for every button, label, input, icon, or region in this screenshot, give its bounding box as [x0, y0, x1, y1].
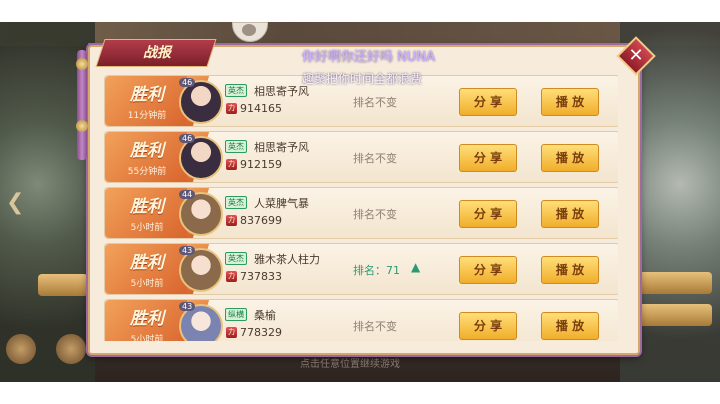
rank-change: 排名不变 [353, 320, 397, 333]
background-button-right-1 [632, 272, 712, 294]
report-time: 55分钟前 [127, 167, 167, 177]
bottom-menu-icon-1 [6, 334, 36, 364]
result-label: 胜利 [130, 197, 164, 217]
rail-bead-icon [76, 58, 88, 70]
report-list[interactable]: 胜利 11分钟前 46 英杰 相思寄予风 力 914165 排名不变 分 享 播… [104, 75, 618, 341]
report-time: 5小时前 [130, 279, 164, 289]
power-icon: 力 [226, 327, 237, 338]
share-button[interactable]: 分 享 [459, 200, 517, 228]
title-badge: 英杰 [225, 84, 247, 97]
power-icon: 力 [226, 215, 237, 226]
title-badge: 纵横 [225, 308, 247, 321]
rank-change: 排名不变 [353, 152, 397, 165]
left-arrow-icon: ❮ [6, 190, 25, 215]
report-time: 5小时前 [130, 335, 164, 341]
rank-change: 排名不变 [353, 96, 397, 109]
top-ornament-gem [242, 24, 256, 36]
rank-up-arrow-icon: ▲ [411, 260, 421, 274]
opponent-level: 46 [179, 78, 196, 87]
title-badge: 英杰 [225, 252, 247, 265]
opponent-level: 43 [179, 302, 196, 311]
report-time: 11分钟前 [127, 111, 167, 121]
opponent-power: 914165 [240, 102, 282, 115]
opponent-name: 相思寄予风 [254, 141, 309, 154]
report-row: 胜利 5小时前 43 英杰 雅木茶人柱力 力 737833 排名：71 ▲ 分 … [104, 243, 618, 295]
background-button-left [38, 274, 88, 296]
opponent-level: 46 [179, 134, 196, 143]
share-button[interactable]: 分 享 [459, 256, 517, 284]
bottom-menu-icon-2 [56, 334, 86, 364]
title-badge: 英杰 [225, 140, 247, 153]
play-button[interactable]: 播 放 [541, 256, 599, 284]
share-button[interactable]: 分 享 [459, 312, 517, 340]
rail-bead-icon [76, 120, 88, 132]
title-badge: 英杰 [225, 196, 247, 209]
report-time: 5小时前 [130, 223, 164, 233]
close-icon[interactable]: ✕ [622, 42, 650, 70]
result-label: 胜利 [130, 141, 164, 161]
report-row: 胜利 5小时前 44 英杰 人菜脾气暴 力 837699 排名不变 分 享 播 … [104, 187, 618, 239]
opponent-name: 人菜脾气暴 [254, 197, 309, 210]
power-icon: 力 [226, 159, 237, 170]
share-button[interactable]: 分 享 [459, 144, 517, 172]
power-icon: 力 [226, 271, 237, 282]
opponent-name: 相思寄予风 [254, 85, 309, 98]
result-label: 胜利 [130, 253, 164, 273]
background-button-right-2 [632, 304, 712, 326]
opponent-level: 44 [179, 190, 196, 199]
overlay-message-2: 趣聚把你时间全都浪费 [302, 72, 423, 86]
play-button[interactable]: 播 放 [541, 144, 599, 172]
opponent-power: 912159 [240, 158, 282, 171]
opponent-power: 837699 [240, 214, 282, 227]
result-label: 胜利 [130, 309, 164, 329]
opponent-level: 43 [179, 246, 196, 255]
overlay-message-1: 你好啊你还好吗 NUNA [302, 50, 435, 65]
power-icon: 力 [226, 103, 237, 114]
play-button[interactable]: 播 放 [541, 312, 599, 340]
opponent-name: 桑榆 [254, 309, 276, 322]
report-row: 胜利 55分钟前 46 英杰 相思寄予风 力 912159 排名不变 分 享 播… [104, 131, 618, 183]
report-row: 胜利 5小时前 43 纵横 桑榆 力 778329 排名不变 分 享 播 放 [104, 299, 618, 341]
rank-change: 排名：71 [353, 264, 400, 277]
opponent-power: 778329 [240, 326, 282, 339]
continue-hint: 点击任意位置继续游戏 [300, 359, 400, 370]
opponent-name: 雅木茶人柱力 [254, 253, 320, 266]
opponent-power: 737833 [240, 270, 282, 283]
play-button[interactable]: 播 放 [541, 88, 599, 116]
panel-title: 战报 [143, 45, 171, 61]
result-label: 胜利 [130, 85, 164, 105]
share-button[interactable]: 分 享 [459, 88, 517, 116]
play-button[interactable]: 播 放 [541, 200, 599, 228]
rank-change: 排名不变 [353, 208, 397, 221]
